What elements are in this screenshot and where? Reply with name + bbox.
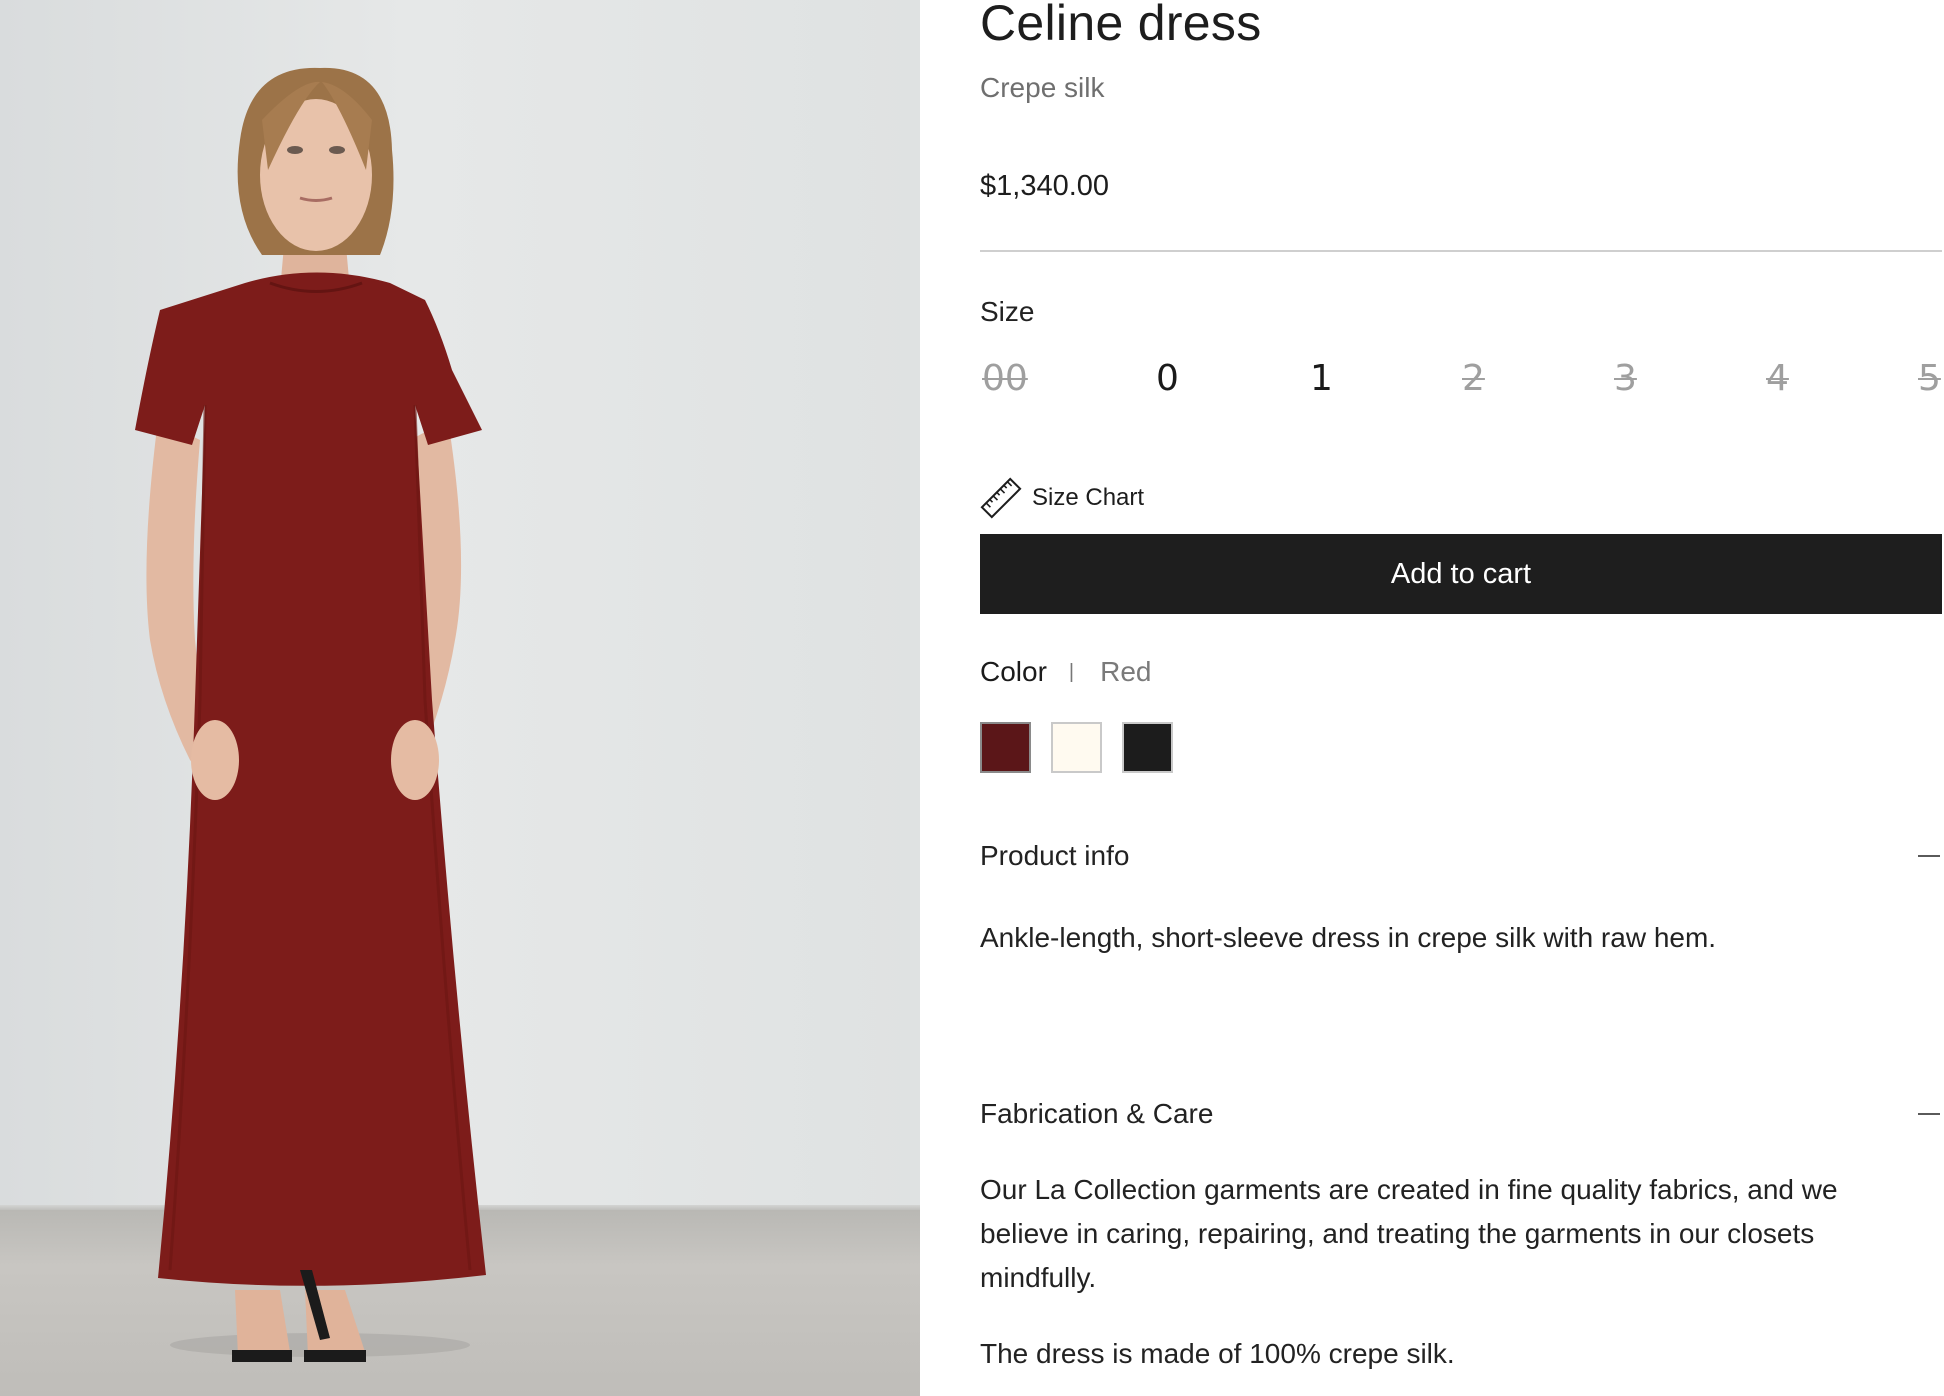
ruler-icon — [980, 477, 1022, 519]
swatch-cream[interactable] — [1051, 722, 1102, 773]
color-selector-header: Color | Red — [980, 656, 1152, 688]
product-price: $1,340.00 — [980, 170, 1110, 202]
accordion-title: Fabrication & Care — [980, 1098, 1214, 1129]
accordion-fabrication-care[interactable]: Fabrication & Care — [980, 1092, 1942, 1136]
accordion-product-info[interactable]: Product info — [980, 834, 1942, 878]
divider — [980, 250, 1942, 252]
product-title: Celine dress — [980, 0, 1262, 51]
color-label: Color — [980, 656, 1047, 687]
product-image — [0, 0, 920, 1396]
product-material: Crepe silk — [980, 72, 1105, 103]
size-option-3[interactable]: 3 — [1614, 358, 1637, 399]
fabrication-composition-text: The dress is made of 100% crepe silk. — [980, 1338, 1455, 1369]
collapse-icon — [1918, 855, 1940, 857]
size-option-0[interactable]: 0 — [1156, 358, 1179, 399]
swatch-black[interactable] — [1122, 722, 1173, 773]
size-option-5[interactable]: 5 — [1918, 358, 1941, 399]
size-option-00[interactable]: 00 — [982, 358, 1028, 399]
swatch-red[interactable] — [980, 722, 1031, 773]
add-to-cart-button[interactable]: Add to cart — [980, 534, 1942, 614]
collapse-icon — [1918, 1113, 1940, 1115]
model-figure — [135, 67, 486, 1362]
product-details: Celine dress Crepe silk $1,340.00 Size 0… — [980, 0, 1944, 1396]
size-selector: 00 0 1 2 3 4 5 — [980, 358, 1944, 414]
selected-color: Red — [1100, 656, 1152, 687]
product-info-text: Ankle-length, short-sleeve dress in crep… — [980, 922, 1717, 953]
size-option-1[interactable]: 1 — [1310, 358, 1333, 399]
size-chart-link[interactable]: Size Chart — [980, 476, 1144, 520]
size-option-2[interactable]: 2 — [1462, 358, 1485, 399]
accordion-title: Product info — [980, 840, 1130, 871]
size-chart-label: Size Chart — [1032, 484, 1145, 511]
size-option-4[interactable]: 4 — [1766, 358, 1789, 399]
color-swatches — [980, 722, 1173, 773]
fabrication-care-text: Our La Collection garments are created i… — [980, 1174, 1838, 1293]
size-label: Size — [980, 296, 1035, 327]
color-separator: | — [1068, 660, 1075, 683]
